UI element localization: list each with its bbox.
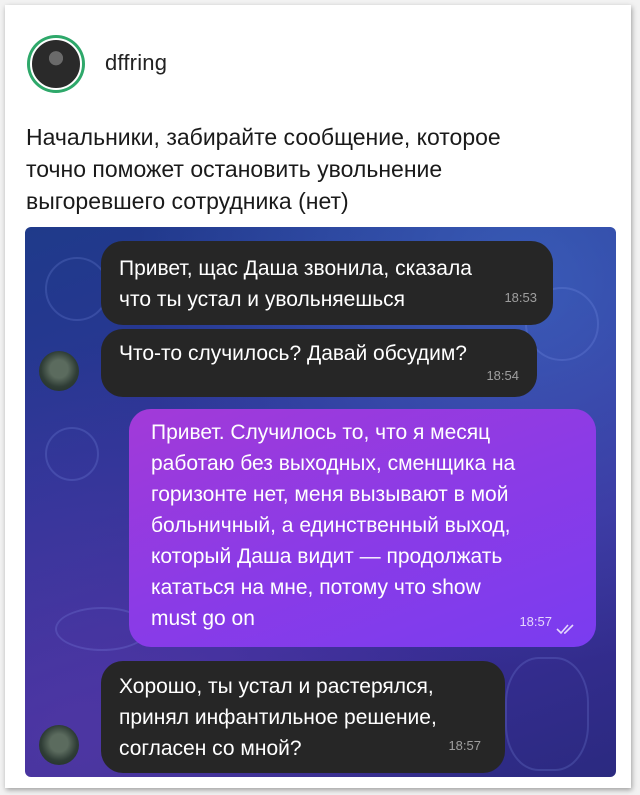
post-card: dffring Начальники, забирайте сообщение,…: [5, 5, 631, 788]
message-time: 18:54: [486, 368, 519, 383]
message-line: что ты устал и увольняешься: [119, 288, 406, 311]
message-line: Что-то случилось? Давай обсудим?: [119, 342, 467, 365]
author-avatar[interactable]: [27, 35, 85, 93]
message-line: горизонте нет, меня вызывают в мой: [151, 483, 509, 506]
post-caption: Начальники, забирайте сообщение, которое…: [26, 121, 566, 217]
wallpaper-doodle: [45, 257, 109, 321]
caption-line: выгоревшего сотрудника (нет): [26, 188, 349, 214]
double-check-icon: [556, 624, 574, 635]
message-line: работаю без выходных, сменщика на: [151, 452, 516, 475]
message-line: Привет, щас Даша звонила, сказала: [119, 257, 472, 280]
message-line: кататься на мне, потому что show: [151, 576, 481, 599]
message-line: Хорошо, ты устал и растерялся,: [119, 675, 434, 698]
sender-avatar[interactable]: [39, 351, 79, 391]
author-username[interactable]: dffring: [105, 50, 167, 76]
message-time: 18:57: [519, 614, 552, 629]
chat-screenshot: Привет, щас Даша звонила, сказала что ты…: [25, 227, 616, 777]
sender-avatar[interactable]: [39, 725, 79, 765]
message-line: Привет. Случилось то, что я месяц: [151, 421, 491, 444]
message-line: принял инфантильное решение,: [119, 706, 437, 729]
wallpaper-doodle: [45, 427, 99, 481]
message-time: 18:53: [504, 290, 537, 305]
message-line: больничный, а единственный выход,: [151, 514, 511, 537]
wallpaper-doodle: [505, 657, 589, 771]
incoming-message[interactable]: Что-то случилось? Давай обсудим? 18:54: [101, 329, 537, 397]
message-time: 18:57: [448, 738, 481, 753]
message-line: must go on: [151, 607, 255, 630]
message-line: который Даша видит — продолжать: [151, 545, 503, 568]
incoming-message[interactable]: Хорошо, ты устал и растерялся, принял ин…: [101, 661, 505, 773]
incoming-message[interactable]: Привет, щас Даша звонила, сказала что ты…: [101, 241, 553, 325]
message-line: согласен со мной?: [119, 737, 302, 760]
caption-line: точно поможет остановить увольнение: [26, 156, 443, 182]
caption-line: Начальники, забирайте сообщение, которое: [26, 124, 501, 150]
outgoing-message[interactable]: Привет. Случилось то, что я месяц работа…: [129, 409, 596, 647]
avatar-photo: [30, 38, 82, 90]
